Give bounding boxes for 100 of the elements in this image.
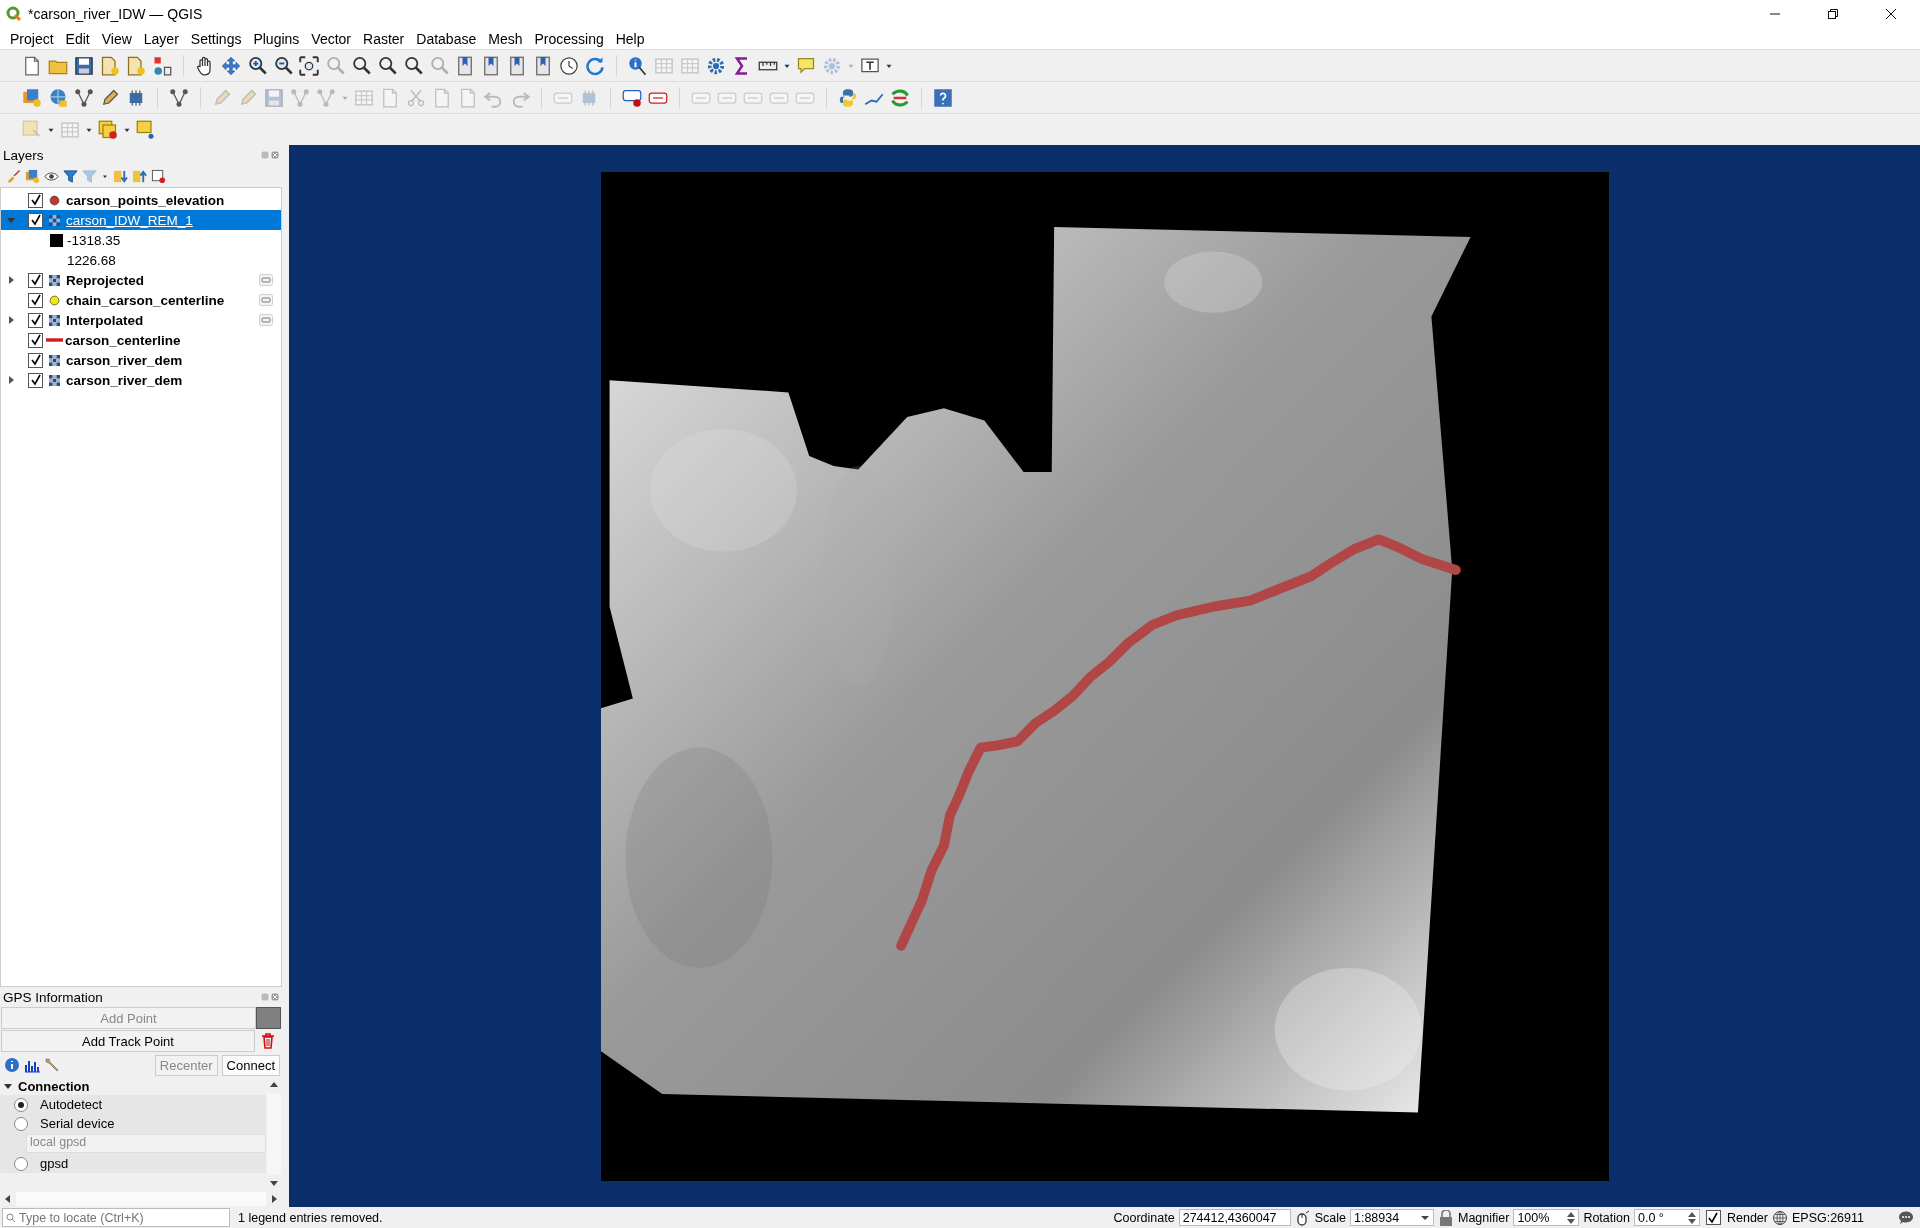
mouse-icon[interactable]: [1294, 1209, 1311, 1226]
style-icon[interactable]: [152, 55, 172, 76]
caret-icon[interactable]: [1419, 1214, 1430, 1221]
zoom-full-icon[interactable]: [299, 55, 319, 76]
document-icon[interactable]: [126, 55, 146, 76]
add-layer-icon[interactable]: [25, 168, 40, 184]
rotation-spinbox[interactable]: 0.0 °: [1633, 1209, 1700, 1226]
spin-arrows-icon[interactable]: [1567, 1210, 1576, 1225]
expand-arrow-icon[interactable]: [7, 316, 15, 324]
pencil-icon[interactable]: [100, 87, 120, 108]
snake-logo-icon[interactable]: [838, 87, 858, 108]
menu-item[interactable]: Raster: [357, 30, 411, 47]
layer-row[interactable]: chain_carson_centerline: [1, 290, 281, 310]
radio-button[interactable]: [14, 1156, 28, 1171]
bookmark-icon[interactable]: [507, 55, 527, 76]
menu-item[interactable]: Layer: [137, 30, 185, 47]
locate-field[interactable]: Type to locate (Ctrl+K): [2, 1208, 230, 1227]
document-icon[interactable]: [22, 55, 42, 76]
restore-icon[interactable]: [1827, 8, 1839, 20]
scroll-left-icon[interactable]: [4, 1195, 12, 1203]
expand-arrow-icon[interactable]: [7, 276, 15, 284]
menu-item[interactable]: Settings: [184, 30, 248, 47]
radio-button[interactable]: [14, 1097, 28, 1112]
messages-icon[interactable]: [1898, 1209, 1914, 1226]
zoom-in-icon[interactable]: [247, 55, 267, 76]
help-icon[interactable]: [933, 87, 953, 108]
color-button[interactable]: [256, 1007, 281, 1029]
save-icon[interactable]: [74, 55, 94, 76]
connect-button[interactable]: Connect: [221, 1054, 280, 1076]
layer-row[interactable]: Interpolated: [1, 310, 281, 330]
bookmark-icon[interactable]: [533, 55, 553, 76]
label-icon[interactable]: [622, 87, 642, 108]
refresh-icon[interactable]: [585, 55, 605, 76]
collapse-arrow-icon[interactable]: [4, 1082, 12, 1090]
scale-combobox[interactable]: 1:88934: [1349, 1209, 1434, 1226]
menu-item[interactable]: View: [95, 30, 138, 47]
magnifier-icon[interactable]: [403, 55, 423, 76]
collapse-all-icon[interactable]: [132, 168, 147, 184]
lock-icon[interactable]: [1437, 1209, 1454, 1226]
layer-row[interactable]: carson_points_elevation: [1, 190, 281, 210]
vertex-icon[interactable]: [169, 87, 189, 108]
info-icon[interactable]: [628, 55, 648, 76]
magnifier-icon[interactable]: [351, 55, 371, 76]
layer-row[interactable]: carson_centerline: [1, 330, 281, 350]
coordinate-field[interactable]: 274412,4360047: [1178, 1209, 1291, 1226]
gear-icon[interactable]: [706, 55, 726, 76]
add-layer-icon[interactable]: [22, 87, 42, 108]
filter-icon[interactable]: [63, 168, 78, 184]
menu-item[interactable]: Project: [4, 30, 60, 47]
radio-button[interactable]: [14, 1116, 28, 1131]
add-track-point-button[interactable]: Add Track Point: [1, 1030, 255, 1052]
brush-icon[interactable]: [6, 168, 21, 184]
checkbox[interactable]: [28, 352, 43, 368]
magnifier-icon[interactable]: [377, 55, 397, 76]
bookmark-icon[interactable]: [481, 55, 501, 76]
layer-row[interactable]: carson_IDW_REM_1: [1, 210, 281, 230]
deselect-icon[interactable]: [98, 119, 118, 140]
menu-item[interactable]: Mesh: [482, 30, 529, 47]
layer-row[interactable]: carson_river_dem: [1, 370, 281, 390]
scroll-right-icon[interactable]: [270, 1195, 278, 1203]
render-checkbox[interactable]: [1705, 1210, 1721, 1225]
menu-item[interactable]: Help: [609, 30, 651, 47]
section-header[interactable]: Connection: [0, 1077, 266, 1095]
remove-layer-icon[interactable]: [151, 168, 166, 184]
crs-button[interactable]: EPSG:26911: [1791, 1210, 1864, 1225]
indicator-icon[interactable]: [259, 274, 273, 286]
menu-item[interactable]: Edit: [59, 30, 96, 47]
layer-row[interactable]: Reprojected: [1, 270, 281, 290]
close-icon[interactable]: [1885, 8, 1897, 20]
checkbox[interactable]: [28, 272, 43, 288]
menu-item[interactable]: Database: [410, 30, 483, 47]
spin-arrows-icon[interactable]: [1687, 1210, 1696, 1225]
checkbox[interactable]: [28, 372, 43, 388]
layer-row[interactable]: carson_river_dem: [1, 350, 281, 370]
expand-all-icon[interactable]: [113, 168, 128, 184]
trash-icon[interactable]: [261, 1033, 275, 1049]
menu-item[interactable]: Vector: [305, 30, 358, 47]
globe-icon[interactable]: [48, 87, 68, 108]
pin-icon[interactable]: [136, 119, 156, 140]
zoom-out-icon[interactable]: [273, 55, 293, 76]
scroll-up-icon[interactable]: [270, 1081, 278, 1089]
indicator-icon[interactable]: [259, 314, 273, 326]
checkbox[interactable]: [28, 312, 43, 328]
menu-item[interactable]: Plugins: [247, 30, 306, 47]
menu-item[interactable]: Processing: [528, 30, 610, 47]
swirl-icon[interactable]: [890, 87, 910, 108]
magnifier-spinbox[interactable]: 100%: [1513, 1209, 1580, 1226]
info-icon[interactable]: [4, 1057, 20, 1073]
bookmark-icon[interactable]: [455, 55, 475, 76]
pan-arrows-icon[interactable]: [221, 55, 241, 76]
checkbox[interactable]: [28, 192, 43, 208]
globe-icon[interactable]: [1771, 1209, 1788, 1226]
vertex-icon[interactable]: [74, 87, 94, 108]
scroll-down-icon[interactable]: [270, 1179, 278, 1187]
checkbox[interactable]: [28, 212, 43, 228]
checkbox[interactable]: [28, 292, 43, 308]
indicator-icon[interactable]: [259, 294, 273, 306]
checkbox[interactable]: [28, 332, 43, 348]
expand-arrow-icon[interactable]: [7, 376, 15, 384]
clock-icon[interactable]: [559, 55, 579, 76]
